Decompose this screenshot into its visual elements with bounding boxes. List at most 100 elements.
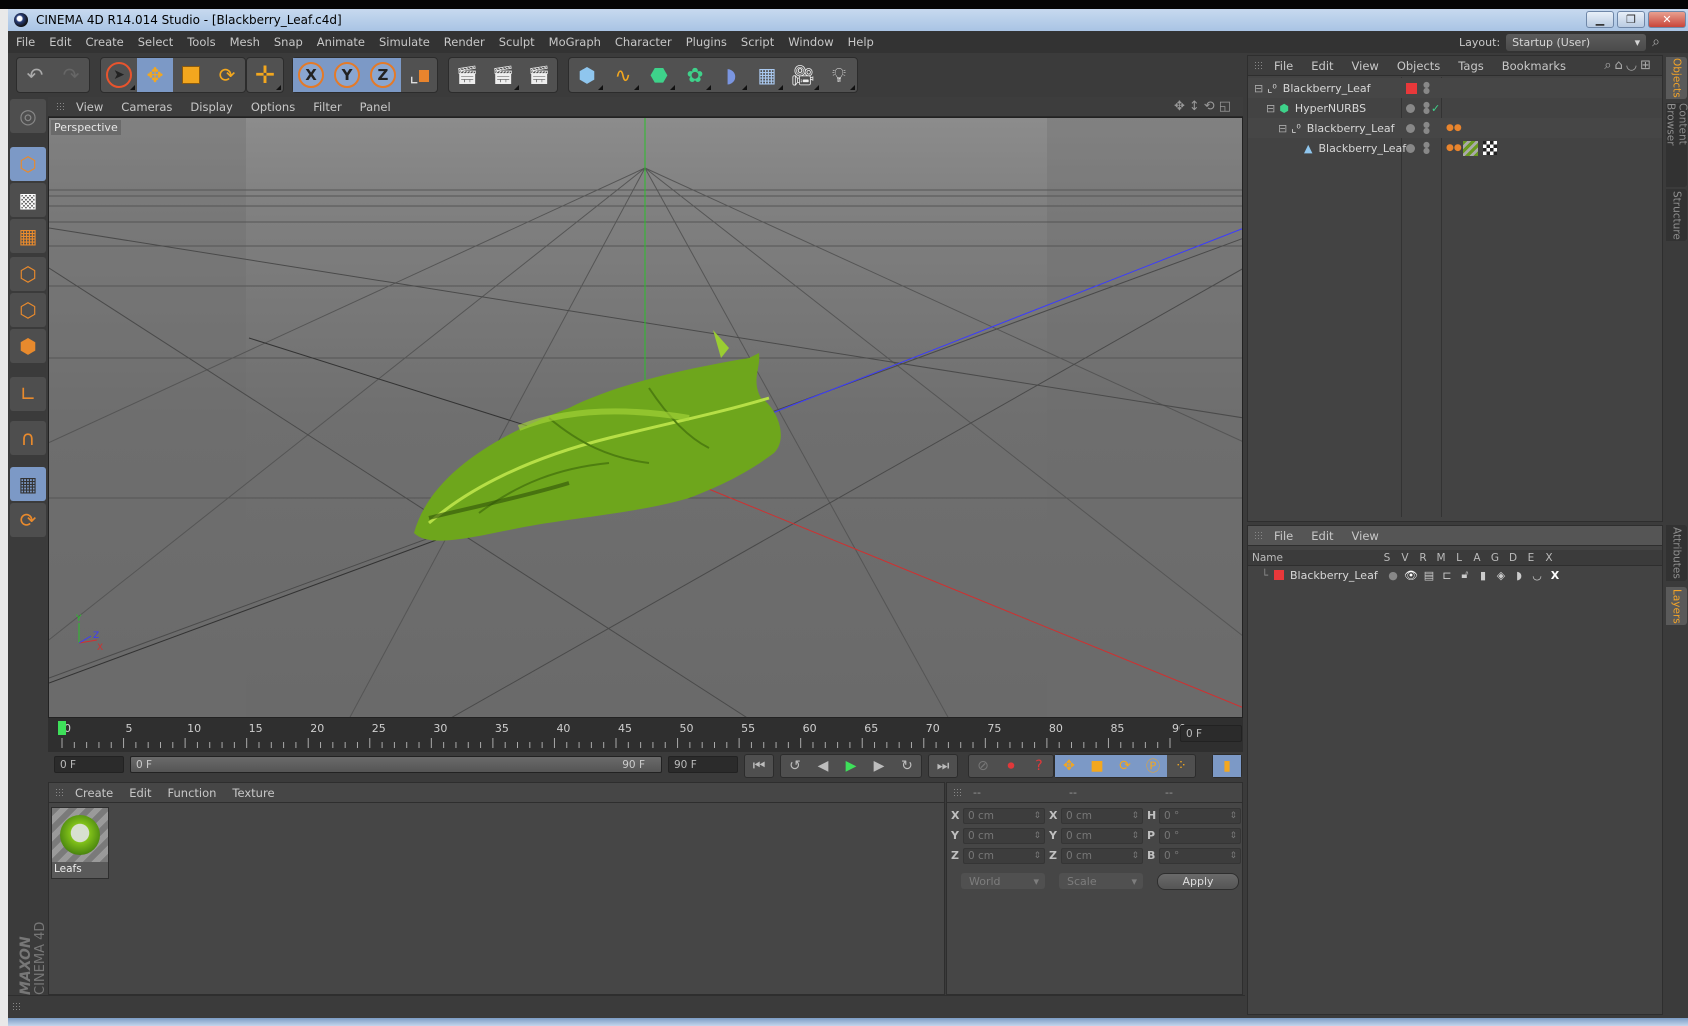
col-view[interactable]: V: [1396, 552, 1414, 564]
size-z-field[interactable]: 0 cm: [1061, 848, 1143, 864]
autokey-button[interactable]: ?: [1025, 755, 1053, 777]
lock-icon[interactable]: 🔓︎: [1456, 568, 1474, 582]
visibility-dots-icon[interactable]: ● ●: [1423, 101, 1430, 115]
pos-x-field[interactable]: 0 cm: [963, 808, 1045, 824]
object-menu-view[interactable]: View: [1352, 59, 1379, 73]
add-spline-button[interactable]: ∿: [605, 58, 641, 92]
menu-sculpt[interactable]: Sculpt: [499, 35, 535, 49]
zoom-view-icon[interactable]: ↕: [1189, 99, 1204, 114]
phong-tag-icon[interactable]: ●●: [1446, 123, 1462, 133]
minimize-button[interactable]: ▁: [1586, 11, 1614, 28]
menu-plugins[interactable]: Plugins: [686, 35, 727, 49]
locked-workplane-button[interactable]: ▦: [10, 467, 46, 501]
key-parameter-button[interactable]: Ⓟ: [1139, 755, 1167, 777]
collapse-icon[interactable]: ⊟: [1278, 122, 1287, 135]
search-icon[interactable]: ⌕: [1652, 34, 1660, 50]
live-selection-button[interactable]: ➤: [101, 58, 137, 92]
axis-mode-button[interactable]: ∟: [10, 377, 46, 411]
object-menu-tags[interactable]: Tags: [1458, 59, 1483, 73]
object-row[interactable]: ▲ Blackberry_Leaf ● ● ●●: [1248, 138, 1662, 158]
menu-animate[interactable]: Animate: [317, 35, 365, 49]
size-y-field[interactable]: 0 cm: [1061, 828, 1143, 844]
planar-workplane-button[interactable]: ⟳: [10, 503, 46, 537]
current-frame-field[interactable]: 0 F: [1180, 725, 1242, 742]
add-scene-button[interactable]: ▦: [749, 58, 785, 92]
layer-menu-view[interactable]: View: [1352, 529, 1379, 543]
recent-tool-button[interactable]: ✛: [247, 58, 283, 92]
viewport-menu-options[interactable]: Options: [251, 100, 295, 114]
record-disabled-button[interactable]: ⊘: [969, 755, 997, 777]
menu-file[interactable]: File: [16, 35, 35, 49]
render-view-button[interactable]: 🎬︎: [449, 58, 485, 92]
rot-h-field[interactable]: 0 °: [1159, 808, 1241, 824]
col-name[interactable]: Name: [1248, 552, 1378, 564]
edges-mode-button[interactable]: ⬡: [10, 293, 46, 327]
layer-menu-file[interactable]: File: [1274, 529, 1293, 543]
key-point-level-button[interactable]: ⁘: [1167, 755, 1195, 777]
view-eye-icon[interactable]: 👁︎: [1402, 569, 1420, 582]
material-menu-function[interactable]: Function: [168, 786, 217, 800]
size-x-field[interactable]: 0 cm: [1061, 808, 1143, 824]
close-button[interactable]: ✕: [1648, 11, 1686, 28]
rot-b-field[interactable]: 0 °: [1159, 848, 1241, 864]
panel-grip-icon[interactable]: [56, 101, 66, 112]
col-animation[interactable]: A: [1468, 552, 1486, 564]
xref-icon[interactable]: X: [1546, 569, 1564, 582]
transform-mode-dropdown[interactable]: Scale ▾: [1059, 873, 1143, 889]
key-rotation-button[interactable]: ⟳: [1111, 755, 1139, 777]
add-cube-button[interactable]: ⬢: [569, 58, 605, 92]
menu-tools[interactable]: Tools: [187, 35, 215, 49]
visibility-dots-icon[interactable]: ● ●: [1423, 141, 1430, 155]
layer-color-swatch[interactable]: [1274, 570, 1284, 580]
add-camera-button[interactable]: 🎥︎: [785, 58, 821, 92]
object-row[interactable]: ⊟ ⌞⁰ Blackberry_Leaf ● ●: [1248, 78, 1662, 98]
enabled-check-icon[interactable]: ✓: [1431, 102, 1440, 115]
add-mograph-button[interactable]: ✿: [677, 58, 713, 92]
visibility-dots-icon[interactable]: ● ●: [1423, 121, 1430, 135]
menu-mograph[interactable]: MoGraph: [549, 35, 601, 49]
restore-button[interactable]: ❐: [1617, 11, 1645, 28]
layer-dot-icon[interactable]: [1406, 123, 1415, 133]
collapse-icon[interactable]: ⊟: [1266, 102, 1275, 115]
z-axis-button[interactable]: Z: [365, 58, 401, 92]
eye-icon[interactable]: ◡: [1626, 58, 1640, 73]
layout-dropdown[interactable]: Startup (User) ▾: [1506, 33, 1647, 51]
panel-grip-icon[interactable]: [1254, 530, 1264, 541]
collapse-icon[interactable]: ⊟: [1254, 82, 1263, 95]
object-menu-edit[interactable]: Edit: [1311, 59, 1333, 73]
uvw-tag-icon[interactable]: [1483, 141, 1497, 155]
material-menu-texture[interactable]: Texture: [232, 786, 274, 800]
next-frame-button[interactable]: ▶: [865, 755, 893, 777]
key-scale-button[interactable]: ■: [1083, 755, 1111, 777]
panel-grip-icon[interactable]: [55, 787, 65, 798]
pos-z-field[interactable]: 0 cm: [963, 848, 1045, 864]
col-solo[interactable]: S: [1378, 552, 1396, 564]
col-render[interactable]: R: [1414, 552, 1432, 564]
menu-render[interactable]: Render: [444, 35, 485, 49]
end-frame-field[interactable]: 90 F: [668, 756, 738, 773]
home-icon[interactable]: ⌂: [1614, 58, 1625, 73]
polygons-mode-button[interactable]: ⬢: [10, 329, 46, 363]
layer-row[interactable]: └ Blackberry_Leaf ● 👁︎ ▤ ⊏ 🔓︎ ▮ ◈ ◗ ◡ X: [1248, 566, 1662, 584]
timeline-ruler[interactable]: 0 5 10 15 20 25 30 35 40 45 50 55 60 65 70 75 80 85 90 0 F: [48, 718, 1243, 752]
panel-grip-icon[interactable]: [953, 787, 963, 798]
rot-p-field[interactable]: 0 °: [1159, 828, 1241, 844]
render-settings-button[interactable]: 🎬︎: [521, 58, 557, 92]
viewport-menu-panel[interactable]: Panel: [360, 100, 391, 114]
viewport-menu-view[interactable]: View: [76, 100, 103, 114]
menu-simulate[interactable]: Simulate: [379, 35, 430, 49]
solo-toggle-icon[interactable]: ●: [1384, 569, 1402, 582]
menu-script[interactable]: Script: [741, 35, 774, 49]
viewport-menu-cameras[interactable]: Cameras: [121, 100, 172, 114]
material-swatch-leafs[interactable]: Leafs: [51, 807, 109, 879]
material-menu-create[interactable]: Create: [75, 786, 113, 800]
render-clapper-icon[interactable]: ▤: [1420, 569, 1438, 582]
layer-dot-icon[interactable]: [1406, 103, 1415, 113]
make-editable-button[interactable]: ◎: [10, 99, 46, 133]
col-manager[interactable]: M: [1432, 552, 1450, 564]
new-window-icon[interactable]: ⊞: [1640, 58, 1654, 73]
add-deformer-button[interactable]: ◗: [713, 58, 749, 92]
menu-window[interactable]: Window: [788, 35, 833, 49]
tab-objects[interactable]: Objects: [1666, 57, 1687, 99]
tab-content-browser[interactable]: Content Browser: [1665, 103, 1688, 187]
